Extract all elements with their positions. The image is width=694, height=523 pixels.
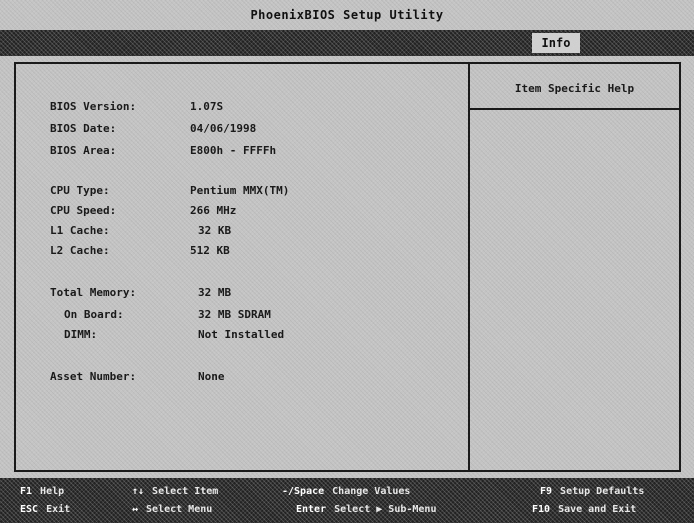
help-title: Item Specific Help	[514, 82, 635, 95]
legend-leftright: ↔ Select Menu	[132, 504, 212, 515]
bios-area-label: BIOS Area:	[50, 144, 117, 157]
leftright-key: ↔	[132, 504, 139, 515]
minus-space-desc: Change Values	[332, 486, 411, 497]
bios-date-value: 04/06/1998	[190, 122, 257, 135]
asset-number-value: None	[198, 370, 225, 383]
legend-minus-space: -/Space Change Values	[282, 486, 410, 497]
dimm-label: DIMM:	[64, 328, 98, 341]
cpu-type-value: Pentium MMX(TM)	[190, 184, 290, 197]
bios-area-value: E800h - FFFFh	[190, 144, 277, 157]
info-panel: BIOS Version: 1.07S BIOS Date: 04/06/199…	[14, 62, 469, 472]
title-bar: PhoenixBIOS Setup Utility	[0, 0, 694, 30]
bios-screen: PhoenixBIOS Setup Utility Info BIOS Vers…	[0, 0, 694, 523]
dimm-value: Not Installed	[198, 328, 285, 341]
on-board-label: On Board:	[64, 308, 124, 321]
help-divider	[470, 108, 679, 110]
app-title: PhoenixBIOS Setup Utility	[250, 8, 444, 22]
f9-key: F9	[540, 486, 553, 497]
help-panel: Item Specific Help	[469, 62, 681, 472]
updown-key: ↑↓	[132, 486, 145, 497]
cpu-type-label: CPU Type:	[50, 184, 110, 197]
l1-cache-label: L1 Cache:	[50, 224, 110, 237]
total-memory-value: 32 MB	[198, 286, 232, 299]
f1-key: F1	[20, 486, 33, 497]
updown-desc: Select Item	[152, 486, 219, 497]
bios-date-label: BIOS Date:	[50, 122, 117, 135]
enter-key: Enter	[296, 504, 327, 515]
on-board-value: 32 MB SDRAM	[198, 308, 271, 321]
l2-cache-value: 512 KB	[190, 244, 230, 257]
asset-number-label: Asset Number:	[50, 370, 137, 383]
key-legend: F1 Help ESC Exit ↑↓ Select Item ↔ Select Men…	[0, 478, 694, 523]
legend-f10: F10 Save and Exit	[532, 504, 636, 515]
f10-desc: Save and Exit	[558, 504, 637, 515]
cpu-speed-value: 266 MHz	[190, 204, 237, 217]
esc-key: ESC	[20, 504, 39, 515]
legend-f1: F1 Help	[20, 486, 64, 497]
bios-version-label: BIOS Version:	[50, 100, 137, 113]
esc-desc: Exit	[46, 504, 71, 515]
legend-enter: Enter Select ▶ Sub-Menu	[296, 504, 436, 515]
legend-updown: ↑↓ Select Item	[132, 486, 218, 497]
legend-esc: ESC Exit	[20, 504, 70, 515]
f10-key: F10	[532, 504, 551, 515]
menu-bar: Info	[0, 30, 694, 56]
bios-version-value: 1.07S	[190, 100, 224, 113]
f9-desc: Setup Defaults	[560, 486, 645, 497]
l1-cache-value: 32 KB	[198, 224, 232, 237]
cpu-speed-label: CPU Speed:	[50, 204, 117, 217]
total-memory-label: Total Memory:	[50, 286, 137, 299]
enter-desc: Select ▶ Sub-Menu	[334, 504, 437, 515]
leftright-desc: Select Menu	[146, 504, 213, 515]
tab-info[interactable]: Info	[532, 33, 580, 53]
legend-f9: F9 Setup Defaults	[540, 486, 644, 497]
minus-space-key: -/Space	[282, 486, 325, 497]
f1-desc: Help	[40, 486, 65, 497]
l2-cache-label: L2 Cache:	[50, 244, 110, 257]
